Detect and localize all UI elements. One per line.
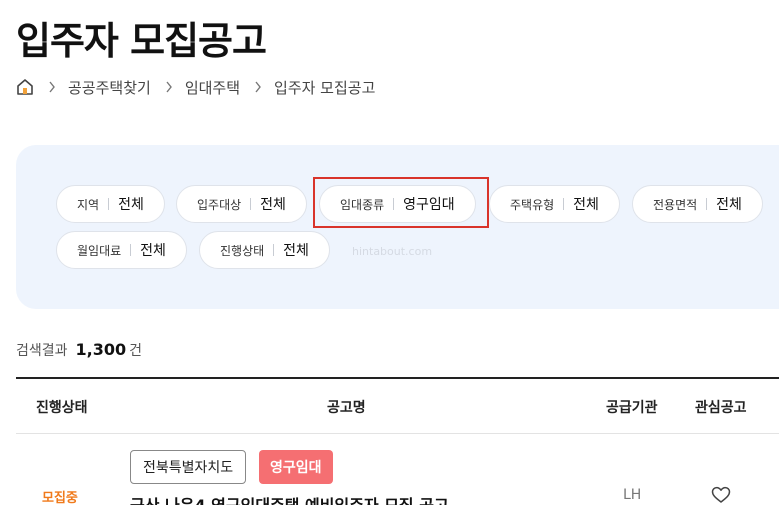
divider (108, 198, 110, 210)
chevron-right-icon (165, 81, 173, 93)
result-count: 1,300 (75, 340, 127, 359)
filter-value: 전체 (716, 197, 742, 213)
divider (130, 244, 132, 256)
chevron-right-icon (254, 81, 262, 93)
rental-type-tag: 영구임대 (259, 450, 333, 484)
breadcrumb-item-rental-housing[interactable]: 임대주택 (185, 77, 240, 98)
filter-value: 전체 (573, 197, 599, 213)
divider (393, 198, 395, 210)
filter-value: 전체 (283, 243, 309, 259)
filter-value: 영구임대 (403, 197, 455, 213)
filter-chip-housing-type[interactable]: 주택유형 전체 (489, 185, 620, 223)
filter-label: 주택유형 (510, 197, 555, 212)
filter-chip-status[interactable]: 진행상태 전체 (199, 231, 330, 269)
filter-chip-monthly-rent[interactable]: 월임대료 전체 (56, 231, 187, 269)
page-title: 입주자 모집공고 (16, 19, 267, 63)
filter-chip-rental-type[interactable]: 임대종류 영구임대 (319, 185, 476, 223)
result-unit: 건 (129, 343, 143, 359)
filter-value: 전체 (118, 197, 144, 213)
filter-label: 지역 (77, 197, 100, 212)
chevron-right-icon (48, 81, 56, 93)
result-label: 검색결과 (16, 343, 68, 359)
filter-chip-region[interactable]: 지역 전체 (56, 185, 165, 223)
divider (250, 198, 252, 210)
filter-value: 전체 (260, 197, 286, 213)
divider (706, 198, 708, 210)
table-row[interactable]: 모집중 전북특별자치도 영구임대 군산 나운4 영구임대주택 예비입주자 모집 … (16, 434, 779, 505)
home-icon[interactable] (16, 78, 34, 96)
divider (273, 244, 275, 256)
table-header: 진행상태 공고명 공급기관 관심공고 (16, 377, 779, 434)
breadcrumb-item-recruitment-notice[interactable]: 입주자 모집공고 (274, 77, 375, 98)
notice-title-link[interactable]: 군산 나운4 영구임대주택 예비입주자 모집 공고 (130, 492, 449, 505)
filter-panel (16, 145, 779, 309)
filter-label: 입주대상 (197, 197, 242, 212)
filter-label: 임대종류 (340, 197, 385, 212)
agency-name: LH (623, 487, 642, 503)
filter-label: 전용면적 (653, 197, 698, 212)
filter-value: 전체 (140, 243, 166, 259)
column-header-title: 공고명 (327, 400, 366, 416)
result-summary: 검색결과 1,300 건 (16, 340, 142, 360)
filter-label: 월임대료 (77, 243, 122, 258)
status-badge: 모집중 (42, 491, 78, 505)
breadcrumb-item-public-housing[interactable]: 공공주택찾기 (68, 77, 151, 98)
column-header-agency: 공급기관 (606, 400, 658, 416)
column-header-favorite: 관심공고 (695, 400, 747, 416)
filter-chip-area[interactable]: 전용면적 전체 (632, 185, 763, 223)
divider (563, 198, 565, 210)
filter-label: 진행상태 (220, 243, 265, 258)
watermark-text: hintabout.com (352, 245, 433, 258)
column-header-status: 진행상태 (36, 400, 88, 416)
breadcrumb: 공공주택찾기 임대주택 입주자 모집공고 (16, 76, 375, 98)
filter-chip-target[interactable]: 입주대상 전체 (176, 185, 307, 223)
region-tag: 전북특별자치도 (130, 450, 247, 484)
heart-icon[interactable] (711, 486, 731, 504)
